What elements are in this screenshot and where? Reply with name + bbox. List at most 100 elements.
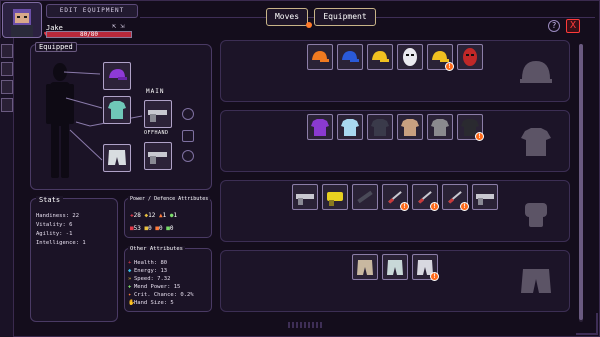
inventory-row-head <box>220 40 570 102</box>
white-shorts-icon <box>108 150 126 165</box>
inventory-item-flashlight[interactable] <box>352 184 378 210</box>
equip-slot-offhand-weapon[interactable] <box>144 142 172 170</box>
inventory-item-tan-coat[interactable] <box>397 114 423 140</box>
character-portrait <box>2 2 42 38</box>
grey-sweater-icon <box>431 119 449 136</box>
party-avatar[interactable] <box>1 98 13 112</box>
stats-list: Handiness: 22 Vitality: 6 Agility: -1 In… <box>36 212 86 248</box>
warning-icon: ! <box>400 202 409 211</box>
party-avatar[interactable] <box>1 44 13 58</box>
khaki-shorts-icon <box>357 260 373 275</box>
inventory-item-black-jacket[interactable]: ! <box>457 114 484 141</box>
health-bar: 80/80 <box>46 31 132 38</box>
tab-equipment[interactable]: Equipment <box>314 8 376 26</box>
notification-badge <box>306 22 312 28</box>
pistol-icon <box>148 110 167 122</box>
equip-slot-head[interactable] <box>103 62 131 90</box>
equip-slot-body[interactable] <box>103 96 131 124</box>
purple-shirt-icon <box>311 119 329 136</box>
inventory-item-hard-hat[interactable]: ! <box>427 44 454 71</box>
tan-coat-icon <box>401 119 419 136</box>
stat-line: Vitality: 6 <box>36 222 73 228</box>
stat-line: Intelligence: 1 <box>36 240 86 246</box>
power-row: ✚28 ◆12 ▲1 ●1 <box>130 212 178 219</box>
party-strip <box>0 38 14 337</box>
warning-icon: ! <box>430 202 439 211</box>
tab-moves[interactable]: Moves <box>266 8 308 26</box>
health-bar-text: 80/80 <box>79 31 99 38</box>
attribute-line: ◆ Energy: 13 <box>128 268 168 274</box>
party-avatar[interactable] <box>1 80 13 94</box>
inventory-item-white-shorts[interactable] <box>382 254 408 280</box>
ammo-slot[interactable] <box>182 108 194 120</box>
purple-cap-icon <box>109 69 127 80</box>
hard-hat-icon <box>372 51 389 62</box>
blue-shirt-icon <box>341 119 359 136</box>
inventory-item-blue-cap[interactable] <box>337 44 363 70</box>
attribute-line: » Speed: 7.32 <box>128 276 171 282</box>
teal-shirt-icon <box>108 101 126 119</box>
inventory-item-pistol[interactable] <box>472 184 498 210</box>
expand-icon[interactable]: ⇱ ⇲ <box>112 22 125 30</box>
warning-icon: ! <box>460 202 469 211</box>
inventory-item-khaki-shorts[interactable] <box>352 254 378 280</box>
inventory-item-knife[interactable]: ! <box>412 184 439 211</box>
inventory-item-pistol[interactable] <box>292 184 318 210</box>
pistol-icon <box>296 194 314 205</box>
attribute-line: + Health: 80 <box>128 260 168 266</box>
inventory-item-white-mask[interactable] <box>397 44 423 70</box>
inventory-item-purple-shirt[interactable] <box>307 114 333 140</box>
attribute-line: ✚ Mend Power: 15 <box>128 284 181 290</box>
inventory-item-red-mask[interactable] <box>457 44 483 70</box>
inventory-item-knife[interactable]: ! <box>442 184 469 211</box>
defence-row: ■53 ■0 ■0 ■0 <box>130 225 174 232</box>
main-weapon-label: MAIN <box>146 88 165 95</box>
other-attributes-list: + Health: 80 ◆ Energy: 13 » Speed: 7.32 ✚ Me… <box>128 259 194 307</box>
stat-line: Agility: -1 <box>36 231 73 237</box>
white-shorts-icon <box>387 260 403 275</box>
warning-icon: ! <box>445 62 454 71</box>
equip-slot-main-weapon[interactable] <box>144 100 172 128</box>
inventory-item-striped-shorts[interactable]: ! <box>412 254 439 281</box>
inventory-item-knife[interactable]: ! <box>382 184 409 211</box>
swap-icon[interactable] <box>182 130 194 142</box>
screen-title: EDIT EQUIPMENT <box>46 4 138 18</box>
top-tabs: Moves Equipment <box>266 8 376 28</box>
orange-cap-icon <box>312 51 329 62</box>
inventory-row-body <box>220 110 570 172</box>
scrollbar-thumb[interactable] <box>579 44 583 320</box>
inventory-item-grey-sweater[interactable] <box>427 114 453 140</box>
decoration <box>288 322 322 328</box>
attribute-line: ✦ Crit. Chance: 0.2% <box>128 292 194 298</box>
pistol-icon <box>148 152 167 164</box>
warning-icon: ! <box>475 132 484 141</box>
warning-icon: ! <box>430 272 439 281</box>
help-button[interactable]: ? <box>548 20 560 32</box>
offhand-label: OFFHAND <box>144 130 169 136</box>
shorts-icon <box>517 263 555 301</box>
inventory-item-hard-hat[interactable] <box>367 44 393 70</box>
inventory-item-taser[interactable] <box>322 184 348 210</box>
inventory-item-blue-shirt[interactable] <box>337 114 363 140</box>
ammo-slot[interactable] <box>182 150 194 162</box>
stat-line: Handiness: 22 <box>36 213 80 219</box>
power-defence-title: Power / Defence Attributes <box>128 196 211 202</box>
shirt-icon <box>517 123 555 161</box>
scrollbar[interactable] <box>579 44 583 322</box>
flashlight-icon <box>357 190 373 204</box>
inventory-item-orange-cap[interactable] <box>307 44 333 70</box>
avatar-icon <box>11 9 33 37</box>
inventory-item-dark-jacket[interactable] <box>367 114 393 140</box>
white-mask-icon <box>403 48 417 66</box>
equip-slot-legs[interactable] <box>103 144 131 172</box>
pistol-icon <box>476 194 494 205</box>
red-mask-icon <box>463 48 477 66</box>
stats-title: Stats <box>36 196 64 204</box>
helmet-icon <box>517 53 555 91</box>
attribute-line: ✋Hand Size: 5 <box>128 300 174 306</box>
equipped-title: Equipped <box>35 42 77 52</box>
dark-jacket-icon <box>371 119 389 136</box>
taser-icon <box>327 192 343 206</box>
party-avatar[interactable] <box>1 62 13 76</box>
close-button[interactable]: X <box>566 19 580 33</box>
